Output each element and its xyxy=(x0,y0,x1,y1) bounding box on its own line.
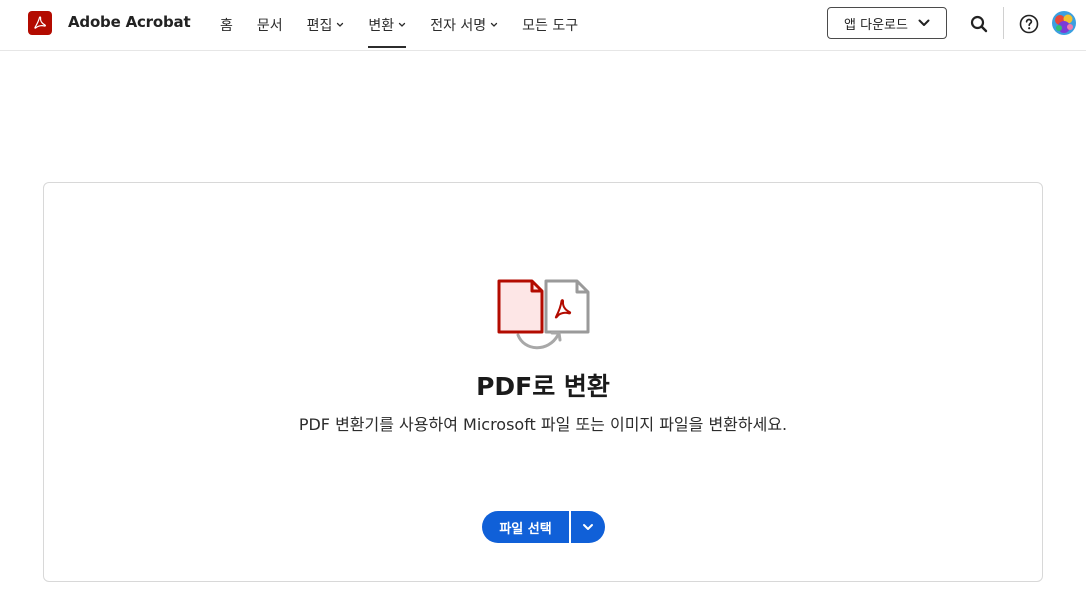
top-navigation-bar: Adobe Acrobat 홈 문서 편집 변환 전자 서명 모든 도구 앱 다운로드 xyxy=(0,0,1086,51)
file-select-group: 파일 선택 xyxy=(482,511,605,543)
avatar[interactable] xyxy=(1052,11,1076,35)
app-title[interactable]: Adobe Acrobat xyxy=(68,13,191,31)
select-file-button[interactable]: 파일 선택 xyxy=(482,511,570,543)
nav-item-label: 모든 도구 xyxy=(522,18,579,34)
chevron-down-icon xyxy=(399,22,406,27)
convert-upload-card: PDF로 변환 PDF 변환기를 사용하여 Microsoft 파일 또는 이미… xyxy=(43,182,1043,582)
convert-to-pdf-icon xyxy=(497,279,590,350)
main-nav: 홈 문서 편집 변환 전자 서명 모든 도구 xyxy=(220,0,602,50)
nav-item-documents[interactable]: 문서 xyxy=(257,0,283,50)
search-icon[interactable] xyxy=(967,12,991,36)
nav-item-label: 변환 xyxy=(368,18,395,34)
chevron-down-icon xyxy=(583,524,593,530)
nav-item-home[interactable]: 홈 xyxy=(220,0,233,50)
nav-item-label: 전자 서명 xyxy=(430,18,487,34)
download-app-button[interactable]: 앱 다운로드 xyxy=(827,7,947,39)
nav-item-label: 홈 xyxy=(220,18,233,34)
acrobat-logo-icon[interactable] xyxy=(28,11,52,35)
chevron-down-icon xyxy=(337,22,344,27)
nav-item-esign[interactable]: 전자 서명 xyxy=(430,0,498,50)
page-title: PDF로 변환 xyxy=(476,372,610,401)
nav-item-label: 문서 xyxy=(256,18,283,34)
chevron-down-icon xyxy=(491,22,498,27)
nav-item-all-tools[interactable]: 모든 도구 xyxy=(522,0,578,50)
nav-item-convert[interactable]: 변환 xyxy=(368,0,406,50)
nav-item-label: 편집 xyxy=(306,18,333,34)
nav-item-edit[interactable]: 편집 xyxy=(307,0,345,50)
header-divider xyxy=(1003,7,1004,39)
page-description: PDF 변환기를 사용하여 Microsoft 파일 또는 이미지 파일을 변환… xyxy=(298,415,788,434)
download-app-label: 앱 다운로드 xyxy=(844,17,908,33)
chevron-down-icon xyxy=(918,19,930,26)
select-file-options-button[interactable] xyxy=(571,511,605,543)
help-icon[interactable] xyxy=(1018,13,1040,35)
